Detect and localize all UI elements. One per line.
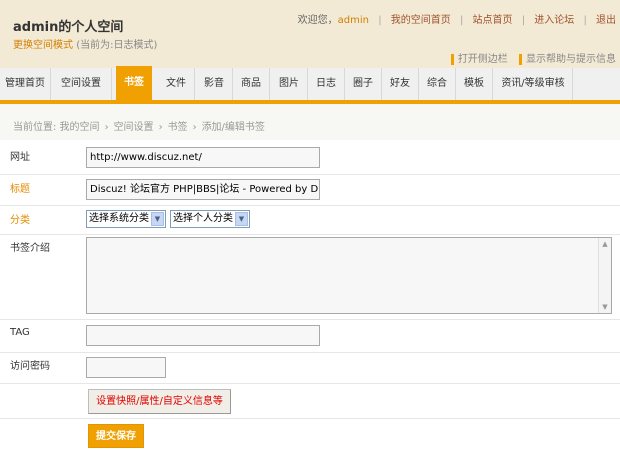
textarea-scrollbar[interactable]: ▲ ▼ — [598, 238, 611, 313]
title-label: 标题 — [10, 184, 30, 195]
site-home-link[interactable]: 站点首页 — [473, 15, 513, 26]
mode-line: 更换空间模式 (当前为:日志模式) — [13, 36, 157, 51]
tag-input[interactable] — [86, 325, 320, 346]
category-row: 分类 选择系统分类 ▼ 选择个人分类 ▼ — [0, 206, 620, 235]
separator: | — [521, 15, 526, 26]
url-row: 网址 http://www.discuz.net/ — [0, 140, 620, 175]
welcome-text: 欢迎您 — [297, 15, 328, 26]
help-links: 打开侧边栏 显示帮助与提示信息 — [443, 50, 616, 65]
nav-item-friends[interactable]: 好友 — [382, 68, 419, 100]
nav-item-misc[interactable]: 综合 — [419, 68, 456, 100]
nav-item-admin-home[interactable]: 管理首页 — [0, 68, 51, 100]
open-sidebar-link[interactable]: 打开侧边栏 — [450, 54, 508, 65]
system-category-select[interactable]: 选择系统分类 ▼ — [86, 210, 166, 228]
switch-mode-link[interactable]: 更换空间模式 — [13, 40, 73, 51]
separator: | — [459, 15, 464, 26]
password-row: 访问密码 — [0, 353, 620, 384]
logout-link[interactable]: 退出 — [596, 15, 616, 26]
tag-label: TAG — [10, 327, 30, 338]
tag-row: TAG — [0, 320, 620, 353]
personal-category-select[interactable]: 选择个人分类 ▼ — [170, 210, 250, 228]
scroll-up-icon[interactable]: ▲ — [599, 238, 611, 250]
password-label: 访问密码 — [10, 361, 50, 372]
nav-item-bookmarks[interactable]: 书签 — [116, 66, 152, 100]
show-help-link[interactable]: 显示帮助与提示信息 — [519, 54, 616, 65]
title-row: 标题 Discuz! 论坛官方 PHP|BBS|论坛 - Powered by … — [0, 175, 620, 206]
nav-item-blog[interactable]: 日志 — [308, 68, 345, 100]
breadcrumb: 当前位置: 我的空间 › 空间设置 › 书签 › 添加/编辑书签 — [0, 104, 620, 140]
url-input[interactable]: http://www.discuz.net/ — [86, 147, 320, 168]
current-mode-text: (当前为:日志模式) — [76, 40, 158, 51]
chevron-down-icon: ▼ — [151, 212, 164, 226]
nav-item-photos[interactable]: 图片 — [271, 68, 308, 100]
breadcrumb-current: 添加/编辑书签 — [201, 122, 265, 133]
nav-item-info-review[interactable]: 资讯/等级审核 — [494, 68, 573, 100]
main-nav: 管理首页 空间设置 书签 文件 影音 商品 图片 日志 圈子 好友 综合 模板 … — [0, 66, 620, 104]
title-input[interactable]: Discuz! 论坛官方 PHP|BBS|论坛 - Powered by Dis… — [86, 179, 320, 200]
header: admin的个人空间 更换空间模式 (当前为:日志模式) 欢迎您，admin |… — [0, 0, 620, 68]
intro-label: 书签介绍 — [10, 243, 50, 254]
system-category-value: 选择系统分类 — [89, 213, 149, 224]
nav-item-media[interactable]: 影音 — [196, 68, 233, 100]
nav-item-files[interactable]: 文件 — [158, 68, 195, 100]
separator: | — [583, 15, 587, 26]
breadcrumb-space-settings[interactable]: 空间设置 — [114, 122, 154, 133]
nav-item-templates[interactable]: 模板 — [456, 68, 493, 100]
category-label: 分类 — [10, 215, 30, 226]
forum-link[interactable]: 进入论坛 — [534, 15, 574, 26]
nav-item-space-settings[interactable]: 空间设置 — [51, 68, 112, 100]
url-label: 网址 — [10, 152, 30, 163]
scroll-down-icon[interactable]: ▼ — [599, 301, 611, 313]
top-links: 欢迎您，admin | 我的空间首页 | 站点首页 | 进入论坛 | 退出 — [297, 15, 616, 26]
breadcrumb-my-space[interactable]: 当前位置: 我的空间 — [13, 122, 100, 133]
separator: | — [378, 15, 382, 26]
nav-item-circles[interactable]: 圈子 — [345, 68, 382, 100]
intro-textarea[interactable]: ▲ ▼ — [86, 237, 612, 314]
breadcrumb-bookmarks[interactable]: 书签 — [168, 122, 188, 133]
submit-button[interactable]: 提交保存 — [88, 424, 144, 448]
nav-item-goods[interactable]: 商品 — [233, 68, 270, 100]
site-title: admin的个人空间 — [13, 20, 124, 35]
username-link[interactable]: admin — [338, 15, 369, 26]
advanced-settings-button[interactable]: 设置快照/属性/自定义信息等 — [88, 389, 231, 414]
password-input[interactable] — [86, 357, 166, 378]
personal-category-value: 选择个人分类 — [173, 213, 233, 224]
chevron-down-icon: ▼ — [235, 212, 248, 226]
my-space-home-link[interactable]: 我的空间首页 — [391, 15, 451, 26]
